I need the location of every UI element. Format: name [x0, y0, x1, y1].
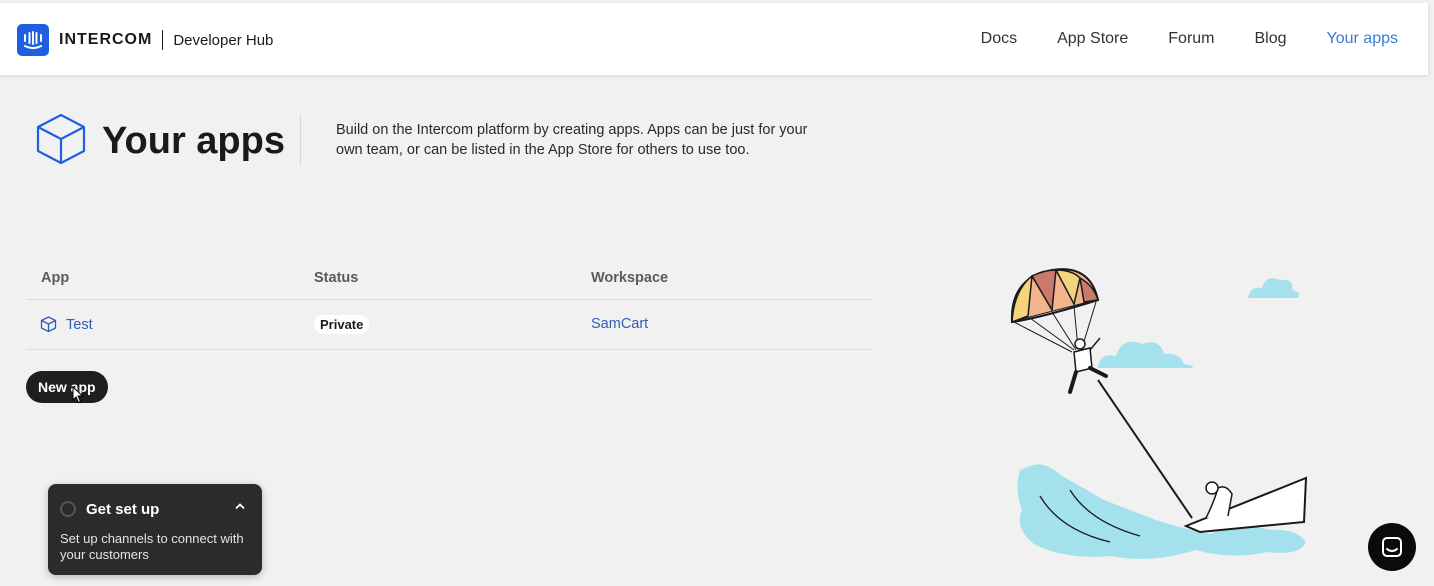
- chevron-up-icon[interactable]: [234, 502, 246, 510]
- chat-launcher-button[interactable]: [1368, 523, 1416, 571]
- new-app-button[interactable]: New app: [26, 371, 108, 403]
- column-header-status: Status: [314, 270, 359, 286]
- cube-icon: [40, 316, 57, 333]
- workspace-link[interactable]: SamCart: [591, 316, 648, 332]
- parasailing-illustration: [1010, 268, 1308, 559]
- app-link[interactable]: Test: [40, 316, 93, 333]
- cube-icon: [34, 112, 88, 171]
- nav-link-your-apps[interactable]: Your apps: [1327, 30, 1398, 48]
- page-header: Your apps: [34, 112, 285, 171]
- brand-name: INTERCOM: [59, 31, 153, 48]
- brand-subtitle: Developer Hub: [173, 31, 274, 49]
- nav-link-app-store[interactable]: App Store: [1057, 30, 1128, 48]
- top-nav: INTERCOM Developer Hub Docs App Store Fo…: [0, 3, 1428, 75]
- nav-links: Docs App Store Forum Blog Your apps: [941, 3, 1398, 75]
- messenger-icon: [1382, 537, 1402, 557]
- brand[interactable]: INTERCOM Developer Hub: [17, 24, 273, 56]
- progress-ring-icon: [60, 501, 76, 517]
- setup-title: Get set up: [86, 501, 160, 518]
- column-header-workspace: Workspace: [591, 270, 669, 286]
- get-set-up-widget[interactable]: Get set up Set up channels to connect wi…: [48, 484, 262, 575]
- apps-table: App Status Workspace Test Private SamCar…: [26, 258, 872, 350]
- nav-link-docs[interactable]: Docs: [981, 30, 1017, 48]
- mouse-cursor-icon: [72, 386, 84, 404]
- intercom-logo-icon: [17, 24, 49, 56]
- brand-divider: [162, 30, 164, 50]
- nav-link-blog[interactable]: Blog: [1255, 30, 1287, 48]
- app-name: Test: [66, 316, 93, 333]
- header-divider: [300, 115, 301, 165]
- nav-link-forum[interactable]: Forum: [1168, 30, 1214, 48]
- table-row: Test Private SamCart: [26, 300, 872, 350]
- column-header-app: App: [41, 270, 70, 286]
- table-header: App Status Workspace: [26, 258, 872, 300]
- page-title: Your apps: [102, 120, 285, 162]
- setup-description: Set up channels to connect with your cus…: [60, 531, 244, 562]
- status-badge: Private: [314, 315, 370, 334]
- page-description: Build on the Intercom platform by creati…: [336, 122, 808, 158]
